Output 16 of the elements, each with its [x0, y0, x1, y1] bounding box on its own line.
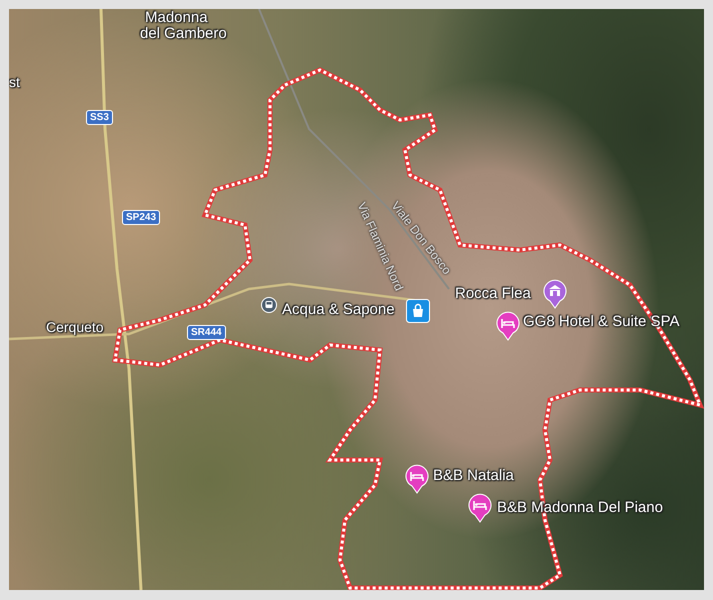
road-number-label: SS3 — [86, 110, 113, 125]
poi-label[interactable]: Rocca Flea — [455, 286, 531, 302]
place-label: Madonna — [145, 10, 208, 26]
road-number-label: SP243 — [122, 210, 160, 225]
bed-pin-icon[interactable] — [496, 311, 520, 341]
place-label: del Gambero — [140, 26, 227, 42]
poi-label[interactable]: B&B Natalia — [433, 468, 514, 484]
train-icon[interactable] — [261, 297, 277, 313]
shopping-bag-icon[interactable] — [406, 299, 430, 323]
bed-pin-icon[interactable] — [468, 493, 492, 523]
poi-label[interactable]: Acqua & Sapone — [282, 302, 395, 318]
place-label: st — [9, 75, 20, 90]
museum-pin-icon[interactable] — [543, 279, 567, 309]
road-number-label: SR444 — [187, 325, 226, 340]
bed-pin-icon[interactable] — [405, 464, 429, 494]
place-label: Cerqueto — [46, 320, 104, 336]
